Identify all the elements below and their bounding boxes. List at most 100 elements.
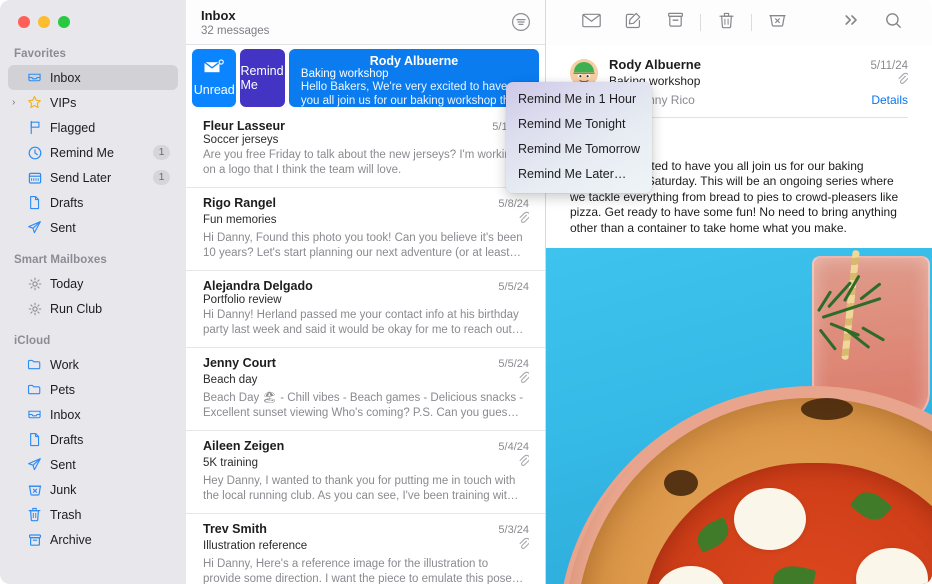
selected-message-sender: Rody Albuerne (369, 54, 459, 68)
sidebar-item-remind-me[interactable]: Remind Me 1 (8, 140, 178, 165)
sidebar-item-badge: 1 (153, 170, 170, 185)
menu-item-remind-tomorrow[interactable]: Remind Me Tomorrow (506, 137, 652, 162)
sidebar-item-drafts[interactable]: Drafts (8, 190, 178, 215)
menu-item-remind-1-hour[interactable]: Remind Me in 1 Hour (506, 87, 652, 112)
search-button[interactable] (872, 8, 914, 38)
margherita-pizza-photo[interactable] (546, 248, 932, 584)
paper-plane-icon (26, 220, 43, 236)
close-button[interactable] (18, 16, 30, 28)
sidebar-item-label: Send Later (50, 170, 112, 185)
menu-item-remind-tonight[interactable]: Remind Me Tonight (506, 112, 652, 137)
mozzarella-blob (734, 488, 806, 550)
sidebar-item-send-later[interactable]: Send Later 1 (8, 165, 178, 190)
calendar-icon (26, 170, 43, 186)
message-row[interactable]: Rigo Rangel 5/8/24 Fun memories Hi Danny… (186, 188, 545, 271)
chevron-right-icon[interactable]: › (12, 97, 15, 108)
filter-button[interactable] (511, 5, 531, 37)
sidebar-item-run-club[interactable]: Run Club (8, 296, 178, 321)
selected-message-subject: Baking workshop (300, 68, 389, 80)
message-preview: Hi Danny, Here's a reference image for t… (203, 558, 524, 584)
inbox-icon (26, 407, 43, 423)
zoom-button[interactable] (58, 16, 70, 28)
sidebar-item-label: Archive (50, 532, 92, 547)
folder-icon (26, 357, 43, 373)
message-row[interactable]: Aileen Zeigen 5/4/24 5K training Hey Dan… (186, 431, 545, 514)
document-icon (26, 195, 43, 211)
toolbar-separator (751, 14, 752, 31)
message-sender: Fleur Lasseur (203, 119, 285, 133)
message-sender: Rigo Rangel (203, 196, 276, 210)
message-list-header: Inbox 32 messages (186, 0, 545, 45)
sidebar-item-label: Remind Me (50, 145, 114, 160)
sidebar-item-label: Drafts (50, 195, 84, 210)
sidebar-item-work[interactable]: Work (8, 352, 178, 377)
menu-item-remind-later[interactable]: Remind Me Later… (506, 162, 652, 187)
delete-button[interactable] (705, 8, 747, 38)
folder-icon (26, 382, 43, 398)
sidebar-item-label: Junk (50, 482, 77, 497)
chevron-double-right-icon (843, 13, 860, 32)
message-list-scroll[interactable]: Unread Remind Me Rody Albuerne Baking wo… (186, 45, 545, 584)
details-link[interactable]: Details (871, 93, 908, 107)
message-from: Rody Albuerne (609, 57, 701, 72)
swipe-action-label: Remind Me (240, 64, 284, 92)
paperclip-icon (518, 371, 531, 389)
archive-button[interactable] (654, 8, 696, 38)
sidebar-item-pets[interactable]: Pets (8, 377, 178, 402)
message-sender: Alejandra Delgado (203, 279, 313, 293)
message-row[interactable]: Alejandra Delgado 5/5/24 Portfolio revie… (186, 271, 545, 348)
message-row[interactable]: Fleur Lasseur 5/10/24 Soccer jerseys Are… (186, 111, 545, 188)
list-title-block: Inbox 32 messages (201, 5, 269, 39)
more-button[interactable] (830, 8, 872, 38)
sidebar-item-label: Pets (50, 382, 76, 397)
message-subject: 5K training (203, 457, 258, 469)
swipe-action-remind-me[interactable]: Remind Me (240, 49, 285, 107)
paperclip-icon (518, 454, 531, 472)
sidebar-section-icloud: iCloud (14, 335, 51, 347)
selected-message-row[interactable]: Rody Albuerne Baking workshop Hello Bake… (288, 49, 539, 107)
sidebar-item-flagged[interactable]: Flagged (8, 115, 178, 140)
sidebar-item-trash[interactable]: Trash (8, 502, 178, 527)
message-preview: Hi Danny! Herland passed me your contact… (203, 309, 524, 336)
message-date: 5/3/24 (498, 524, 529, 536)
sidebar-item-vips[interactable]: › VIPs (8, 90, 178, 115)
message-preview: Are you free Friday to talk about the ne… (203, 149, 518, 176)
compose-button[interactable] (612, 8, 654, 38)
trash-icon (26, 507, 43, 523)
message-date: 5/11/24 (870, 60, 908, 72)
sidebar-item-label: Today (50, 276, 84, 291)
sidebar-item-inbox[interactable]: Inbox (8, 65, 178, 90)
mailbox-title: Inbox (201, 8, 236, 23)
trash-icon (718, 12, 734, 34)
paperclip-icon (518, 211, 531, 229)
sidebar-item-label: Run Club (50, 301, 103, 316)
sidebar-item-icloud-sent[interactable]: Sent (8, 452, 178, 477)
message-row[interactable]: Trev Smith 5/3/24 Illustration reference… (186, 514, 545, 584)
minimize-button[interactable] (38, 16, 50, 28)
message-preview: Hey Danny, I wanted to thank you for put… (203, 475, 519, 502)
sidebar-item-junk[interactable]: Junk (8, 477, 178, 502)
sidebar-item-label: Inbox (50, 70, 81, 85)
message-subject: Illustration reference (203, 540, 308, 552)
sidebar-item-archive[interactable]: Archive (8, 527, 178, 552)
message-sender: Trev Smith (203, 522, 267, 536)
clock-icon (26, 145, 43, 161)
archive-icon (667, 12, 684, 33)
sidebar-item-sent[interactable]: Sent (8, 215, 178, 240)
sidebar-item-today[interactable]: Today (8, 271, 178, 296)
sidebar-item-label: Trash (50, 507, 82, 522)
junk-button[interactable] (756, 8, 798, 38)
sidebar-item-icloud-drafts[interactable]: Drafts (8, 427, 178, 452)
swiped-message-row[interactable]: Unread Remind Me Rody Albuerne Baking wo… (186, 45, 545, 111)
mark-unread-button[interactable] (570, 8, 612, 38)
char-spot (664, 470, 698, 496)
paperclip-icon[interactable] (897, 72, 910, 90)
message-preview: Beach Day 🏖 - Chill vibes - Beach games … (203, 392, 524, 419)
sidebar-item-icloud-inbox[interactable]: Inbox (8, 402, 178, 427)
message-row[interactable]: Jenny Court 5/5/24 Beach day Beach Day 🏖… (186, 348, 545, 431)
gear-icon (26, 276, 43, 292)
remind-me-context-menu[interactable]: Remind Me in 1 Hour Remind Me Tonight Re… (506, 82, 652, 193)
archive-icon (26, 532, 43, 548)
swipe-action-unread[interactable]: Unread (192, 49, 237, 107)
sidebar-section-smart-mailboxes: Smart Mailboxes (14, 254, 107, 266)
